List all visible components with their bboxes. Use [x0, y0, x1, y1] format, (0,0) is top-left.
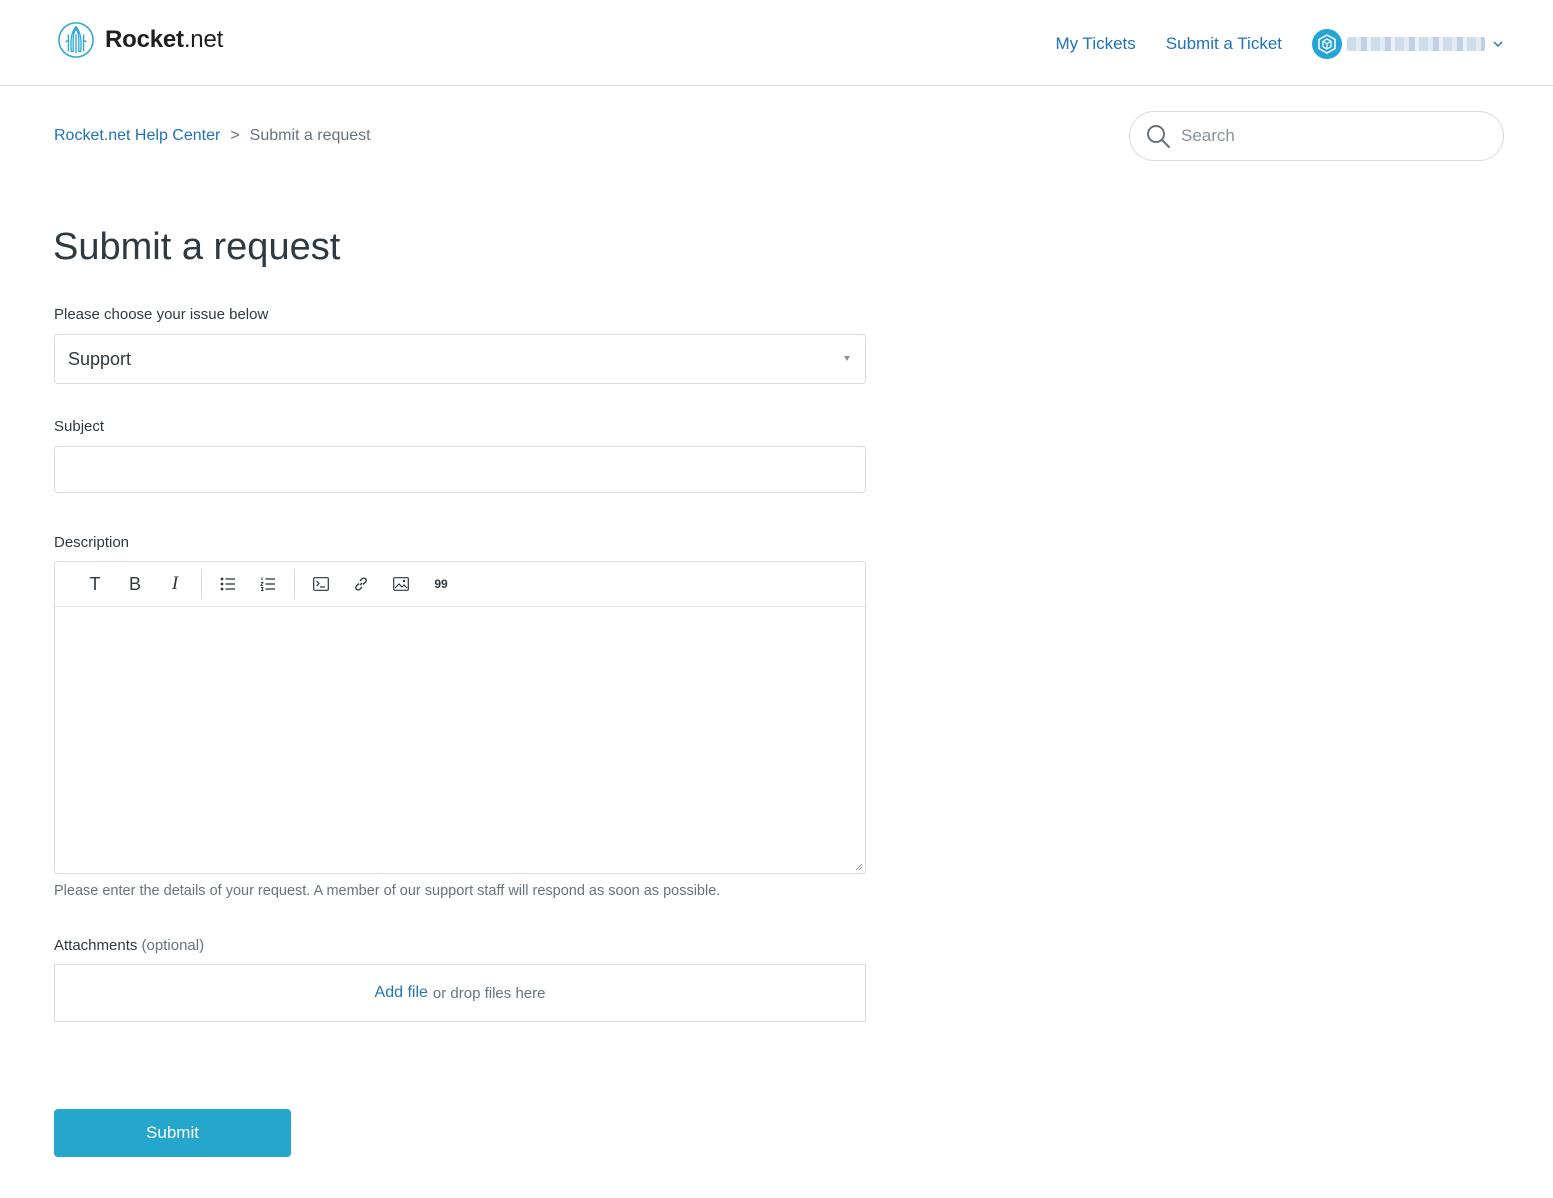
italic-button[interactable]: I — [155, 569, 195, 599]
issue-select[interactable]: Support — [54, 334, 866, 384]
text-format-icon: T — [89, 573, 101, 594]
avatar — [1312, 29, 1342, 59]
attachments-label: Attachments (optional) — [54, 937, 204, 954]
description-textarea[interactable] — [55, 607, 865, 873]
toolbar-divider — [294, 569, 295, 599]
resize-handle-icon[interactable] — [855, 863, 863, 871]
quote-button[interactable]: 99 — [421, 569, 461, 599]
description-editor: T B I 99 — [54, 561, 866, 874]
add-file-link[interactable]: Add file — [375, 984, 428, 1002]
chevron-down-icon — [1493, 39, 1503, 49]
numbered-list-button[interactable] — [248, 569, 288, 599]
breadcrumb: Rocket.net Help Center > Submit a reques… — [54, 127, 371, 145]
description-hint: Please enter the details of your request… — [54, 883, 721, 899]
toolbar-divider — [201, 569, 202, 599]
nav-my-tickets[interactable]: My Tickets — [1055, 34, 1135, 54]
logo[interactable]: Rocket.net — [57, 21, 223, 59]
text-format-button[interactable]: T — [75, 569, 115, 599]
numbered-list-icon — [260, 577, 275, 591]
search-box[interactable] — [1129, 111, 1504, 161]
bold-icon: B — [128, 573, 141, 594]
bold-button[interactable]: B — [115, 569, 155, 599]
code-block-icon — [313, 577, 329, 591]
nav-submit-ticket[interactable]: Submit a Ticket — [1166, 34, 1282, 54]
code-block-button[interactable] — [301, 569, 341, 599]
image-icon — [393, 577, 409, 591]
cube-hexagon-icon — [1318, 34, 1336, 54]
quote-icon: 99 — [434, 577, 448, 591]
drop-files-text: or drop files here — [432, 984, 546, 1002]
issue-select-value: Support — [68, 348, 132, 369]
subject-input[interactable] — [54, 446, 866, 493]
page-title: Submit a request — [53, 226, 341, 268]
logo-text: Rocket.net — [105, 26, 224, 53]
issue-label: Please choose your issue below — [54, 306, 269, 323]
editor-toolbar: T B I 99 — [55, 562, 865, 607]
attachments-dropzone[interactable]: Add file or drop files here — [54, 964, 866, 1022]
user-name-redacted — [1347, 37, 1485, 51]
subject-label: Subject — [54, 418, 105, 435]
rocket-logo-icon — [58, 22, 94, 58]
image-button[interactable] — [381, 569, 421, 599]
search-input[interactable] — [1181, 126, 1481, 146]
search-icon — [1147, 124, 1170, 148]
bulleted-list-icon — [220, 577, 235, 591]
italic-icon: I — [171, 573, 179, 594]
attachments-label-text: Attachments — [54, 937, 138, 954]
description-label: Description — [54, 534, 130, 551]
user-menu[interactable] — [1312, 29, 1503, 59]
site-header: Rocket.net My Tickets Submit a Ticket — [0, 0, 1553, 86]
breadcrumb-current: Submit a request — [249, 127, 371, 144]
bulleted-list-button[interactable] — [208, 569, 248, 599]
attachments-optional: (optional) — [141, 937, 205, 954]
caret-down-icon — [844, 356, 850, 361]
link-button[interactable] — [341, 569, 381, 599]
link-icon — [355, 577, 367, 591]
top-nav: My Tickets Submit a Ticket — [1025, 29, 1503, 59]
submit-button[interactable]: Submit — [54, 1109, 291, 1157]
breadcrumb-separator: > — [230, 127, 240, 144]
breadcrumb-home[interactable]: Rocket.net Help Center — [54, 127, 220, 145]
